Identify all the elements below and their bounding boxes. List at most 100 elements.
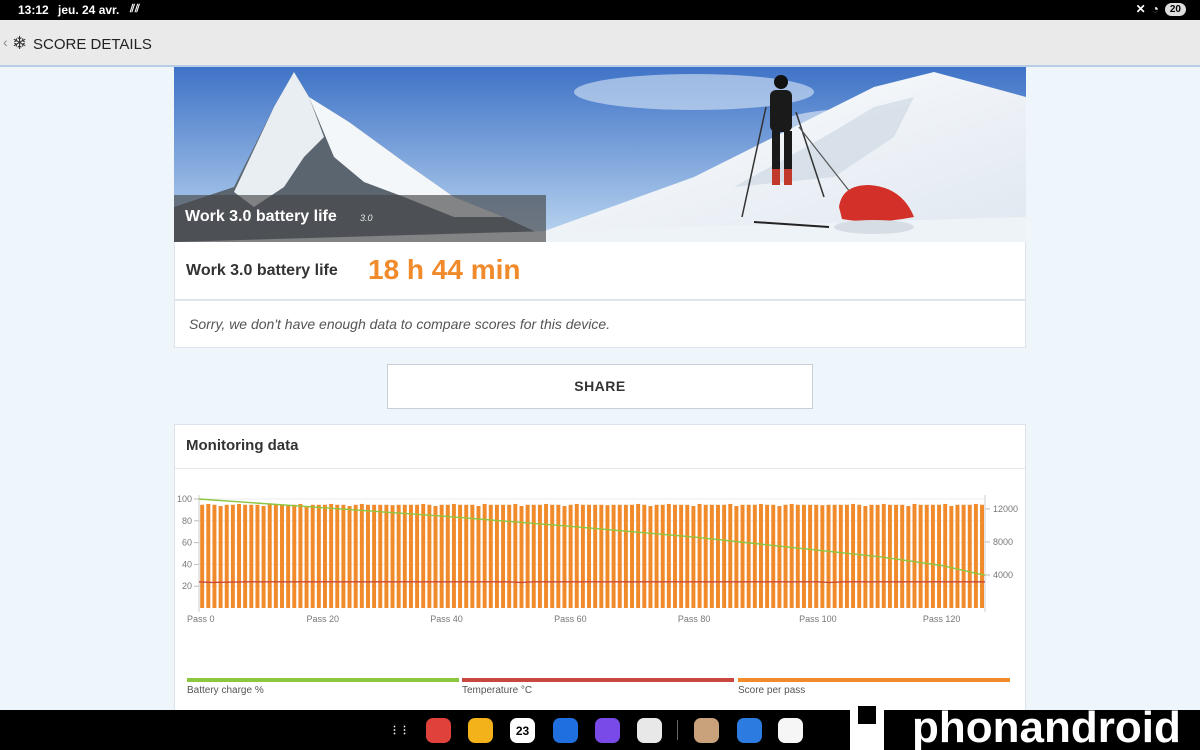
- score-bar: [924, 504, 929, 608]
- legend-swatch-battery: [187, 678, 459, 682]
- x-tick-label: Pass 80: [678, 614, 711, 624]
- score-bar: [906, 506, 911, 608]
- browser-app-icon[interactable]: [595, 718, 620, 743]
- score-bar: [734, 506, 739, 608]
- game-app-icon[interactable]: [694, 718, 719, 743]
- score-bar: [310, 504, 315, 608]
- y-left-tick-label: 40: [182, 559, 192, 569]
- monitoring-card: Monitoring data 100 80 60 40 20 12000 8000 4000…: [174, 424, 1026, 710]
- score-bar: [335, 504, 340, 608]
- score-bar: [617, 504, 622, 608]
- snowflake-icon[interactable]: ❄: [12, 33, 27, 54]
- score-bar: [218, 506, 223, 608]
- score-bar: [746, 504, 751, 608]
- score-bar: [261, 506, 266, 608]
- score-bar: [814, 504, 819, 608]
- score-bar: [820, 505, 825, 608]
- score-bar: [673, 504, 677, 608]
- score-bar: [323, 504, 327, 608]
- score-bar: [568, 504, 573, 608]
- messages-app-icon[interactable]: [553, 718, 578, 743]
- score-bar: [716, 504, 720, 608]
- camera-app-icon[interactable]: [637, 718, 662, 743]
- score-label: Work 3.0 battery life: [186, 262, 338, 279]
- score-bar: [648, 506, 653, 608]
- score-bar: [458, 504, 463, 608]
- hero-version: 3.0: [360, 213, 373, 223]
- score-bar: [863, 506, 868, 608]
- score-bar: [255, 504, 260, 608]
- score-bar: [243, 504, 248, 608]
- score-bar: [587, 504, 591, 608]
- hero-label: Work 3.0 battery life 3.0: [174, 195, 546, 242]
- watermark-logo: phonandroid: [850, 698, 1181, 750]
- y-right-tick-label: 4000: [993, 570, 1013, 580]
- score-bar: [697, 503, 702, 608]
- monitoring-chart: 100 80 60 40 20 12000 8000 4000 Pass 0 Pass 20 Pas…: [177, 494, 1018, 624]
- score-bar: [887, 504, 892, 608]
- score-bar: [470, 504, 475, 608]
- benchmark-app-icon[interactable]: [778, 718, 803, 743]
- score-bar: [396, 504, 401, 608]
- score-bar: [415, 504, 420, 608]
- score-bar: [237, 503, 241, 608]
- score-bar: [943, 503, 948, 608]
- score-bar: [537, 504, 542, 608]
- score-bar: [593, 504, 598, 608]
- legend-label-score: Score per pass: [738, 685, 806, 696]
- compare-notice-card: Sorry, we don't have enough data to comp…: [174, 300, 1026, 348]
- status-time: 13:12: [18, 3, 49, 17]
- chevron-left-icon[interactable]: ‹: [3, 34, 8, 50]
- score-value: 18 h 44 min: [368, 254, 521, 285]
- score-bar: [795, 504, 800, 608]
- x-tick-label: Pass 0: [187, 614, 215, 624]
- score-bar: [623, 504, 628, 608]
- notes-app-icon[interactable]: [426, 718, 451, 743]
- car-app-icon[interactable]: [737, 718, 762, 743]
- share-button[interactable]: SHARE: [387, 364, 813, 409]
- score-bar: [390, 505, 395, 608]
- score-bar: [372, 504, 377, 608]
- score-bar: [230, 504, 235, 608]
- score-bar: [292, 504, 297, 608]
- score-bar: [341, 504, 346, 608]
- score-bar: [605, 505, 610, 608]
- x-tick-label: Pass 100: [799, 614, 837, 624]
- score-bar: [378, 504, 383, 608]
- score-bar: [955, 504, 960, 608]
- status-bar: 13:12 jeu. 24 avr. ⫽⫽ ✕ ◔ 20: [0, 0, 1200, 20]
- score-bar: [765, 504, 770, 608]
- score-bar: [949, 506, 954, 608]
- score-bar: [851, 503, 856, 608]
- score-bar: [329, 503, 334, 608]
- grid-icon[interactable]: ⋮⋮: [387, 718, 412, 743]
- taskbar-separator: [677, 720, 678, 740]
- score-bar: [574, 503, 579, 608]
- score-bar: [980, 504, 984, 608]
- y-left-tick-label: 80: [182, 516, 192, 526]
- x-tick-label: Pass 120: [923, 614, 961, 624]
- score-bar: [973, 503, 978, 608]
- monitoring-header: Monitoring data: [175, 425, 1025, 469]
- score-bar: [844, 504, 849, 608]
- score-bar: [273, 504, 278, 608]
- score-bar: [881, 503, 886, 608]
- watermark-text: phonandroid: [912, 703, 1181, 750]
- monitoring-title: Monitoring data: [186, 437, 299, 454]
- score-bar: [703, 504, 708, 608]
- temperature-line: [198, 581, 985, 584]
- score-bar: [280, 504, 284, 608]
- signal-icon: ⫽⫽: [130, 3, 140, 15]
- score-bar: [519, 506, 524, 608]
- score-bar: [660, 504, 665, 608]
- legend-label-battery: Battery charge %: [187, 685, 264, 696]
- score-bar: [212, 504, 217, 608]
- files-app-icon[interactable]: [468, 718, 493, 743]
- calendar-app-icon[interactable]: 23: [510, 718, 535, 743]
- main-content[interactable]: Work 3.0 battery life 3.0 Work 3.0 batte…: [0, 67, 1200, 710]
- legend-battery: Battery charge %: [187, 678, 459, 696]
- score-bar: [685, 504, 690, 608]
- x-tick-label: Pass 40: [430, 614, 463, 624]
- x-tick-label: Pass 60: [554, 614, 587, 624]
- score-bar: [445, 504, 450, 608]
